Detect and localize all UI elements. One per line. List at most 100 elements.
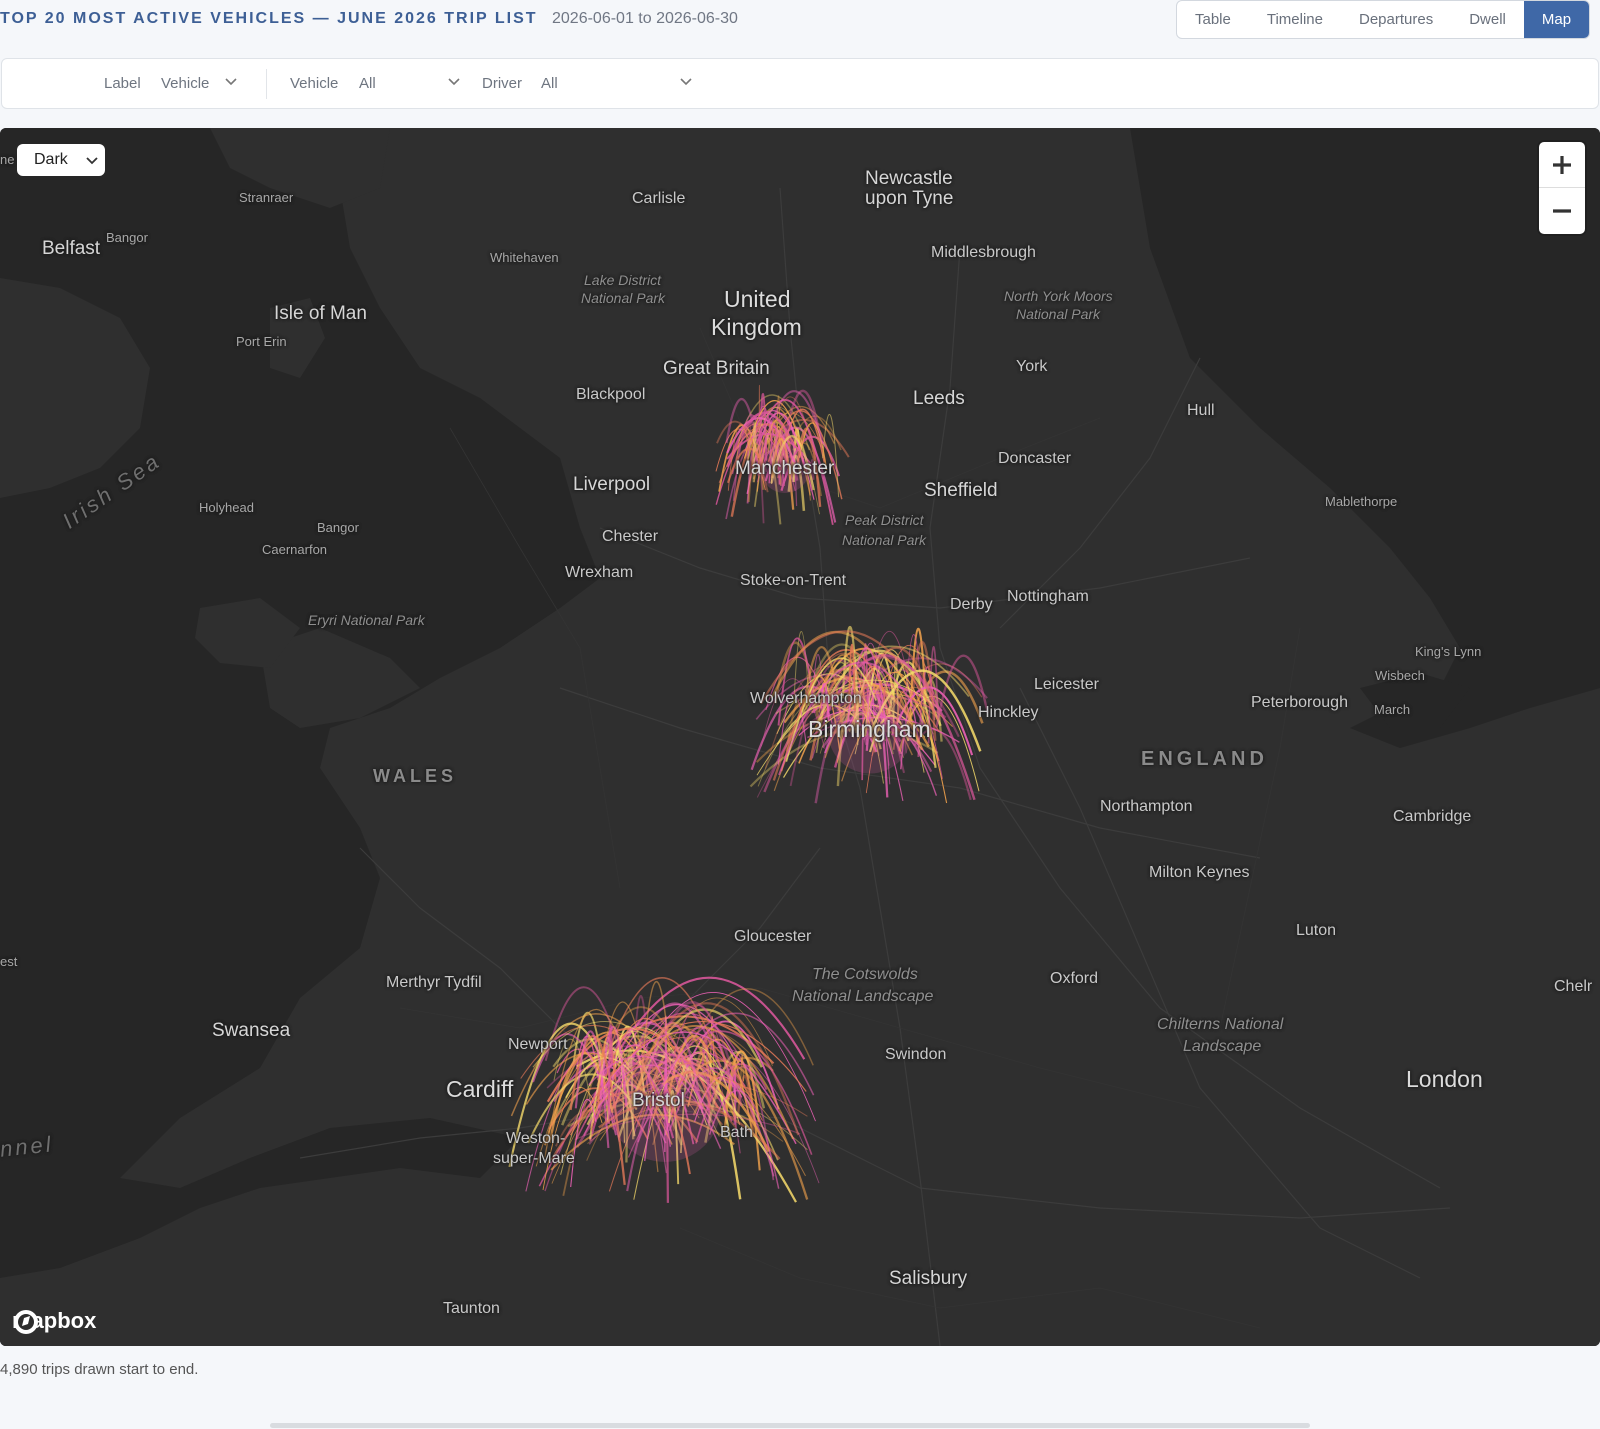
minus-icon: [1553, 209, 1571, 213]
trip-arcs-layer: [508, 385, 989, 1203]
tab-dwell[interactable]: Dwell: [1451, 1, 1524, 38]
map-label-cardiff: Cardiff: [446, 1076, 514, 1102]
map-label-chester: Chester: [602, 528, 659, 545]
map-label-edge-north: ne: [0, 152, 15, 167]
label-filter-select[interactable]: Vehicle: [161, 75, 209, 92]
map-label-united-kingdom: Kingdom: [711, 314, 802, 340]
map-label-kings-lynn: King's Lynn: [1415, 644, 1482, 659]
tab-timeline[interactable]: Timeline: [1249, 1, 1341, 38]
map-label-blackpool: Blackpool: [576, 386, 646, 403]
header: TOP 20 MOST ACTIVE VEHICLES — JUNE 2026 …: [0, 0, 1600, 58]
map-style-value: Dark: [34, 151, 68, 168]
map-label-stoke-on-trent: Stoke-on-Trent: [740, 572, 847, 589]
map-label-chilterns: Chilterns National: [1157, 1016, 1284, 1033]
map-label-caernarfon: Caernarfon: [262, 542, 328, 557]
map-label-bath: Bath: [720, 1124, 753, 1141]
map-label-bangor-wales: Bangor: [317, 520, 359, 535]
map-label-great-britain: Great Britain: [663, 358, 770, 379]
map-label-wolverhampton: Wolverhampton: [750, 690, 862, 707]
tab-table[interactable]: Table: [1177, 1, 1249, 38]
map-label-middlesbrough: Middlesbrough: [931, 244, 1036, 261]
filter-bar: Label Vehicle Vehicle All Driver All: [1, 58, 1599, 109]
driver-filter-select[interactable]: All: [541, 75, 558, 92]
chevron-down-icon[interactable]: [447, 77, 461, 87]
map-label-mablethorpe: Mablethorpe: [1325, 494, 1398, 509]
map-label-hull: Hull: [1187, 402, 1215, 419]
map-label-salisbury: Salisbury: [889, 1268, 968, 1289]
map-label-swindon: Swindon: [885, 1046, 947, 1063]
map-label-leeds: Leeds: [913, 388, 965, 409]
zoom-in-button[interactable]: [1539, 142, 1585, 188]
map-label-merthyr-tydfil: Merthyr Tydfil: [386, 974, 482, 991]
map-label-chilterns: Landscape: [1183, 1038, 1262, 1055]
map-label-cambridge: Cambridge: [1393, 808, 1472, 825]
zoom-out-button[interactable]: [1539, 188, 1585, 234]
map-label-nottingham: Nottingham: [1007, 588, 1089, 605]
map-label-bristol: Bristol: [632, 1090, 685, 1111]
map-label-united-kingdom: United: [724, 286, 791, 312]
map-label-cotswolds: National Landscape: [792, 988, 934, 1005]
map-label-birmingham: Birmingham: [808, 716, 931, 742]
trip-count-note: 4,890 trips drawn start to end.: [0, 1361, 199, 1378]
map-label-whitehaven: Whitehaven: [490, 250, 559, 265]
map-label-london: London: [1406, 1066, 1483, 1092]
mapbox-logo[interactable]: mapbox: [12, 1308, 96, 1334]
map-label-lake-district: National Park: [581, 290, 666, 306]
plus-icon: [1553, 156, 1571, 174]
chevron-down-icon[interactable]: [679, 77, 693, 87]
mapbox-icon: [14, 1310, 38, 1334]
trip-map[interactable]: Newcastle upon Tyne Carlisle Stranraer B…: [0, 128, 1600, 1346]
map-label-port-erin: Port Erin: [236, 334, 287, 349]
zoom-control: [1539, 142, 1585, 234]
map-label-isle-of-man: Isle of Man: [274, 303, 367, 324]
map-style-select[interactable]: Dark: [17, 144, 105, 176]
map-label-wales: WALES: [373, 766, 458, 786]
map-label-edge-west: est: [0, 954, 18, 969]
map-label-weston-super-mare: super-Mare: [493, 1150, 575, 1167]
date-range: 2026-06-01 to 2026-06-30: [552, 10, 738, 27]
map-label-holyhead: Holyhead: [199, 500, 254, 515]
horizontal-scrollbar[interactable]: [270, 1423, 1310, 1428]
tab-map[interactable]: Map: [1523, 1, 1590, 38]
map-label-leicester: Leicester: [1034, 676, 1099, 693]
map-label-march: March: [1374, 702, 1411, 717]
map-label-york: York: [1016, 358, 1048, 375]
map-label-north-york-moors: National Park: [1016, 306, 1101, 322]
map-label-stranraer: Stranraer: [239, 190, 294, 205]
map-label-peak-district: National Park: [842, 532, 927, 548]
view-switcher: Table Timeline Departures Dwell Map: [1176, 0, 1591, 39]
map-label-cotswolds: The Cotswolds: [812, 966, 918, 983]
map-label-manchester: Manchester: [735, 458, 835, 479]
map-label-england: ENGLAND: [1141, 748, 1268, 770]
map-label-newport: Newport: [508, 1036, 568, 1053]
chevron-down-icon[interactable]: [224, 77, 238, 87]
page-title: TOP 20 MOST ACTIVE VEHICLES — JUNE 2026 …: [0, 10, 538, 27]
map-label-oxford: Oxford: [1050, 970, 1099, 987]
map-label-doncaster: Doncaster: [998, 450, 1071, 467]
filter-divider: [266, 69, 267, 99]
map-label-bangor: Bangor: [106, 230, 148, 245]
map-label-newcastle: upon Tyne: [865, 188, 954, 209]
tab-departures[interactable]: Departures: [1341, 1, 1451, 38]
map-label-belfast: Belfast: [42, 238, 101, 259]
map-label-eryri: Eryri National Park: [308, 612, 425, 628]
map-label-wisbech: Wisbech: [1375, 668, 1425, 683]
map-label-northampton: Northampton: [1100, 798, 1193, 815]
vehicle-filter-select[interactable]: All: [359, 75, 376, 92]
map-label-milton-keynes: Milton Keynes: [1149, 864, 1250, 881]
label-filter-label: Label: [104, 75, 141, 92]
map-label-sheffield: Sheffield: [924, 480, 998, 501]
map-label-newcastle: Newcastle: [865, 168, 953, 189]
map-label-swansea: Swansea: [212, 1020, 291, 1041]
map-label-weston-super-mare: Weston-: [506, 1130, 566, 1147]
map-label-peterborough: Peterborough: [1251, 694, 1348, 711]
map-label-chelmsford: Chelr: [1554, 978, 1593, 995]
driver-filter-label: Driver: [482, 75, 522, 92]
map-label-peak-district: Peak District: [845, 512, 924, 528]
map-label-luton: Luton: [1296, 922, 1337, 939]
chevron-down-icon: [86, 157, 98, 165]
map-label-wrexham: Wrexham: [565, 564, 634, 581]
map-label-lake-district: Lake District: [584, 272, 662, 288]
map-label-taunton: Taunton: [443, 1300, 500, 1317]
map-label-north-york-moors: North York Moors: [1004, 288, 1113, 304]
